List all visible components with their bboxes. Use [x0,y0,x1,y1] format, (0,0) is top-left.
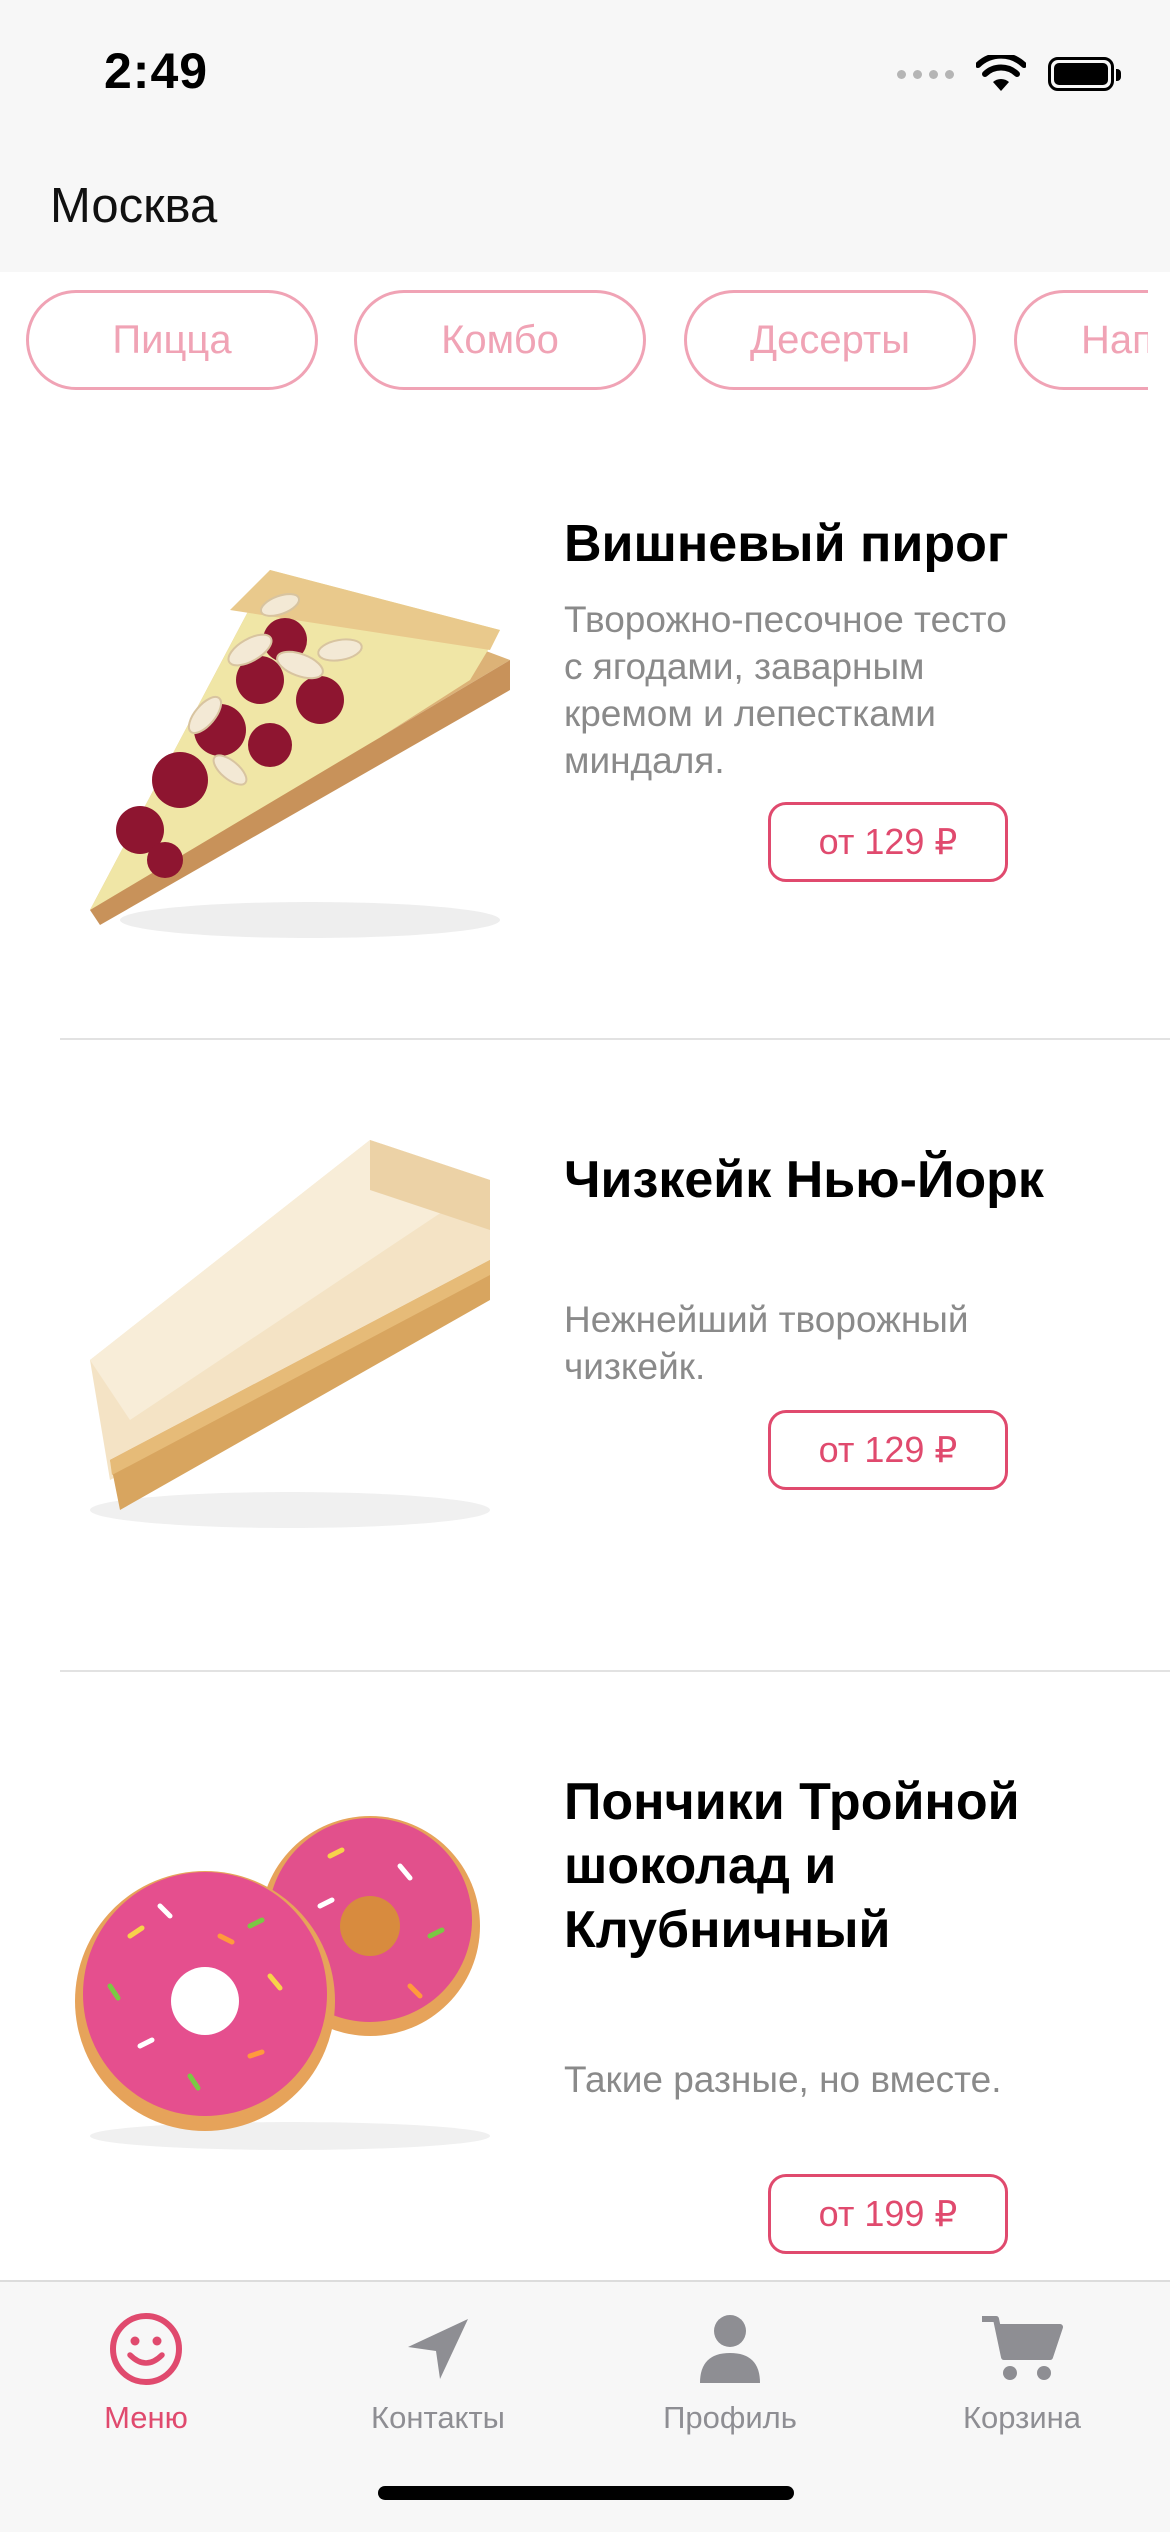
city-selector[interactable]: Москва [50,178,217,234]
wifi-icon [976,55,1026,91]
divider [60,1038,1170,1040]
tab-label: Меню [104,2400,188,2435]
price-button[interactable]: от 199 ₽ [768,2174,1008,2254]
smile-icon [110,2313,182,2385]
category-chip-drinks[interactable]: Напитки [1014,290,1148,390]
product-title: Пончики Тройной шоколад и Клубничный [564,1773,1020,1959]
tab-contacts[interactable]: Контакты [323,2302,553,2436]
tab-cart[interactable]: Корзина [907,2302,1137,2436]
category-chips: Пицца Комбо Десерты Напитки [0,290,1148,396]
price-button[interactable]: от 129 ₽ [768,1410,1008,1490]
product-description: Такие разные, но вместе. [564,2059,1002,2100]
person-icon [700,2315,760,2383]
donuts-icon [75,1816,490,2150]
divider [60,1670,1170,1672]
cheesecake-icon [90,1140,490,1528]
category-chip-desserts[interactable]: Десерты [684,290,976,390]
tab-label: Контакты [371,2400,505,2435]
tab-profile[interactable]: Профиль [615,2302,845,2436]
location-arrow-icon [408,2319,468,2379]
home-indicator [378,2486,794,2500]
top-bar: 2:49 Москва [0,0,1170,272]
product-description: Нежнейший творожный чизкейк. [564,1299,969,1387]
battery-icon [1048,57,1121,91]
category-chip-pizza[interactable]: Пицца [26,290,318,390]
product-description: Творожно-песочное тесто с ягодами, завар… [564,599,1007,781]
status-icons [897,52,1121,96]
product-title: Вишневый пирог [564,515,1009,573]
product-title: Чизкейк Нью-Йорк [564,1151,1044,1209]
tab-menu[interactable]: Меню [31,2302,261,2436]
tab-label: Профиль [663,2400,797,2435]
cellular-signal-icon [897,69,954,79]
tab-label: Корзина [962,2400,1082,2435]
price-button[interactable]: от 129 ₽ [768,802,1008,882]
status-time: 2:49 [104,43,209,99]
cart-icon [982,2316,1063,2380]
cherry-pie-icon [90,570,510,938]
category-chip-combo[interactable]: Комбо [354,290,646,390]
